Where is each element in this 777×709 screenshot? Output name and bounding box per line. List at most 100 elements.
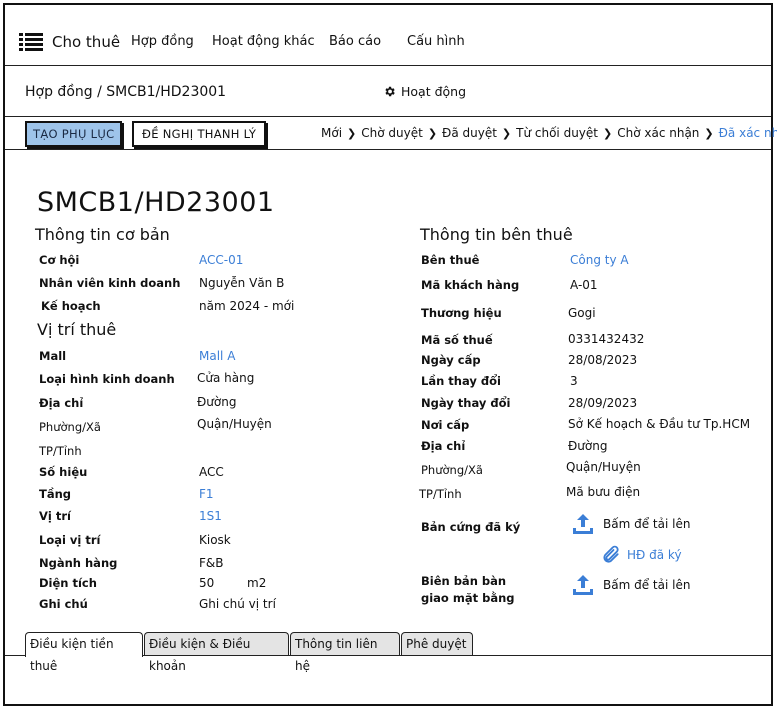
chevron-right-icon: ❯ (347, 126, 357, 140)
label-position: Vị trí (39, 509, 71, 523)
label-tenant-ward: Phường/Xã (421, 463, 483, 477)
label-city: TP/Tỉnh (39, 444, 82, 458)
value-opportunity[interactable]: ACC-01 (199, 253, 243, 267)
label-tenant: Bên thuê (421, 253, 480, 267)
status-step-rejected[interactable]: Từ chối duyệt (516, 126, 598, 140)
chevron-right-icon: ❯ (603, 126, 613, 140)
upload-icon (573, 514, 593, 534)
value-tenant-address: Đường (568, 439, 608, 453)
value-tenant[interactable]: Công ty A (570, 253, 629, 267)
app-brand[interactable]: Cho thuê (52, 33, 120, 51)
activity-link[interactable]: Hoạt động (383, 84, 466, 99)
paperclip-icon (603, 545, 619, 563)
nav-item-other-activities[interactable]: Hoạt động khác (212, 34, 315, 49)
label-ward: Phường/Xã (39, 420, 101, 434)
app-window: Cho thuê Hợp đồng Hoạt động khác Báo cáo… (3, 3, 777, 706)
tab-approval[interactable]: Phê duyệt (401, 632, 473, 655)
top-nav: Cho thuê Hợp đồng Hoạt động khác Báo cáo… (5, 5, 771, 66)
tab-rent-conditions[interactable]: Điều kiện tiền thuê (25, 632, 143, 673)
label-issue-date: Ngày cấp (421, 353, 481, 367)
label-change-date: Ngày thay đổi (421, 396, 511, 410)
tab-terms[interactable]: Điều kiện & Điều khoản (144, 632, 289, 673)
label-tax-code: Mã số thuế (421, 333, 493, 347)
signed-contract-file-label: HĐ đã ký (627, 548, 682, 562)
value-business-type: Cửa hàng (197, 371, 255, 385)
value-postal-code: Mã bưu điện (566, 485, 641, 499)
label-brand: Thương hiệu (421, 306, 502, 320)
section-basic-info: Thông tin cơ bản (35, 225, 170, 244)
value-brand: Gogi (568, 306, 596, 320)
label-handover-2: giao mặt bằng (421, 591, 515, 605)
label-signed-copy: Bản cứng đã ký (421, 520, 521, 534)
value-position[interactable]: 1S1 (199, 509, 222, 523)
upload-signed-copy[interactable]: Bấm để tải lên (571, 512, 690, 536)
value-plan: năm 2024 - mới (199, 299, 295, 313)
label-business-type: Loại hình kinh doanh (39, 372, 175, 386)
activity-label: Hoạt động (401, 84, 467, 99)
label-handover-1: Biên bản bàn (421, 574, 507, 588)
nav-item-contracts[interactable]: Hợp đồng (131, 34, 194, 49)
label-note: Ghi chú (39, 597, 88, 611)
value-area-unit: m2 (247, 576, 267, 590)
value-number: ACC (199, 465, 224, 479)
label-tenant-city: TP/Tỉnh (419, 487, 462, 501)
chevron-right-icon: ❯ (427, 126, 438, 140)
section-location: Vị trí thuê (37, 320, 117, 339)
chevron-right-icon: ❯ (501, 126, 512, 140)
label-mall: Mall (39, 349, 67, 363)
chevron-right-icon: ❯ (704, 126, 714, 140)
request-liquidation-button[interactable]: ĐỀ NGHỊ THANH LÝ (132, 121, 267, 147)
hamburger-menu-icon[interactable] (19, 32, 43, 52)
value-area: 50 (199, 576, 215, 590)
label-plan: Kế hoạch (41, 299, 101, 313)
status-step-new[interactable]: Mới (321, 126, 342, 140)
status-step-confirmed[interactable]: Đã xác nhận (719, 126, 777, 140)
label-customer-code: Mã khách hàng (421, 278, 520, 292)
breadcrumb-bar: Hợp đồng / SMCB1/HD23001 Hoạt động (5, 66, 771, 117)
add-appendix-button[interactable]: TẠO PHỤ LỤC (25, 121, 123, 147)
label-position-type: Loại vị trí (39, 533, 101, 547)
value-address: Đường (197, 395, 237, 409)
status-step-pending[interactable]: Chờ duyệt (361, 126, 423, 140)
value-tenant-district: Quận/Huyện (566, 460, 641, 474)
upload-handover-label: Bấm để tải lên (603, 578, 691, 592)
value-floor[interactable]: F1 (199, 487, 214, 501)
label-category: Ngành hàng (39, 556, 118, 570)
value-district: Quận/Huyện (197, 417, 272, 431)
breadcrumb[interactable]: Hợp đồng / SMCB1/HD23001 (25, 84, 226, 100)
status-step-awaiting-confirmation[interactable]: Chờ xác nhận (617, 126, 699, 140)
value-change-date: 28/09/2023 (568, 396, 638, 410)
value-sales: Nguyễn Văn B (199, 276, 285, 290)
value-change-count: 3 (570, 374, 578, 388)
label-change-count: Lần thay đổi (421, 374, 501, 388)
section-tenant-info: Thông tin bên thuê (420, 225, 573, 244)
label-opportunity: Cơ hội (39, 253, 80, 267)
nav-item-settings[interactable]: Cấu hình (407, 34, 465, 49)
signed-contract-file[interactable]: HĐ đã ký (601, 545, 682, 565)
value-position-type: Kiosk (199, 533, 231, 547)
action-bar: TẠO PHỤ LỤC ĐỀ NGHỊ THANH LÝ Mới ❯ Chờ d… (5, 117, 777, 150)
upload-signed-copy-label: Bấm để tải lên (603, 517, 691, 531)
value-mall[interactable]: Mall A (199, 349, 235, 363)
contract-title: SMCB1/HD23001 (37, 187, 275, 218)
label-floor: Tầng (39, 487, 72, 501)
label-address: Địa chỉ (39, 396, 84, 410)
label-tenant-address: Địa chỉ (421, 439, 466, 453)
tab-contact-info[interactable]: Thông tin liên hệ (290, 632, 400, 673)
gear-icon (385, 86, 395, 97)
label-area: Diện tích (39, 576, 97, 590)
value-customer-code: A-01 (570, 278, 598, 292)
value-tax-code: 0331432432 (568, 332, 645, 346)
label-issuer: Nơi cấp (421, 418, 470, 432)
nav-item-reports[interactable]: Báo cáo (329, 34, 381, 49)
upload-icon (573, 575, 593, 595)
upload-handover[interactable]: Bấm để tải lên (571, 573, 690, 597)
value-issue-date: 28/08/2023 (568, 353, 638, 367)
label-sales: Nhân viên kinh doanh (39, 276, 181, 290)
status-steps: Mới ❯ Chờ duyệt ❯ Đã duyệt ❯ Từ chối duy… (321, 126, 777, 140)
value-issuer: Sở Kế hoạch & Đầu tư Tp.HCM (568, 417, 751, 431)
value-category: F&B (199, 556, 224, 570)
status-step-approved[interactable]: Đã duyệt (442, 126, 497, 140)
value-note: Ghi chú vị trí (199, 597, 276, 611)
label-number: Số hiệu (39, 465, 88, 479)
